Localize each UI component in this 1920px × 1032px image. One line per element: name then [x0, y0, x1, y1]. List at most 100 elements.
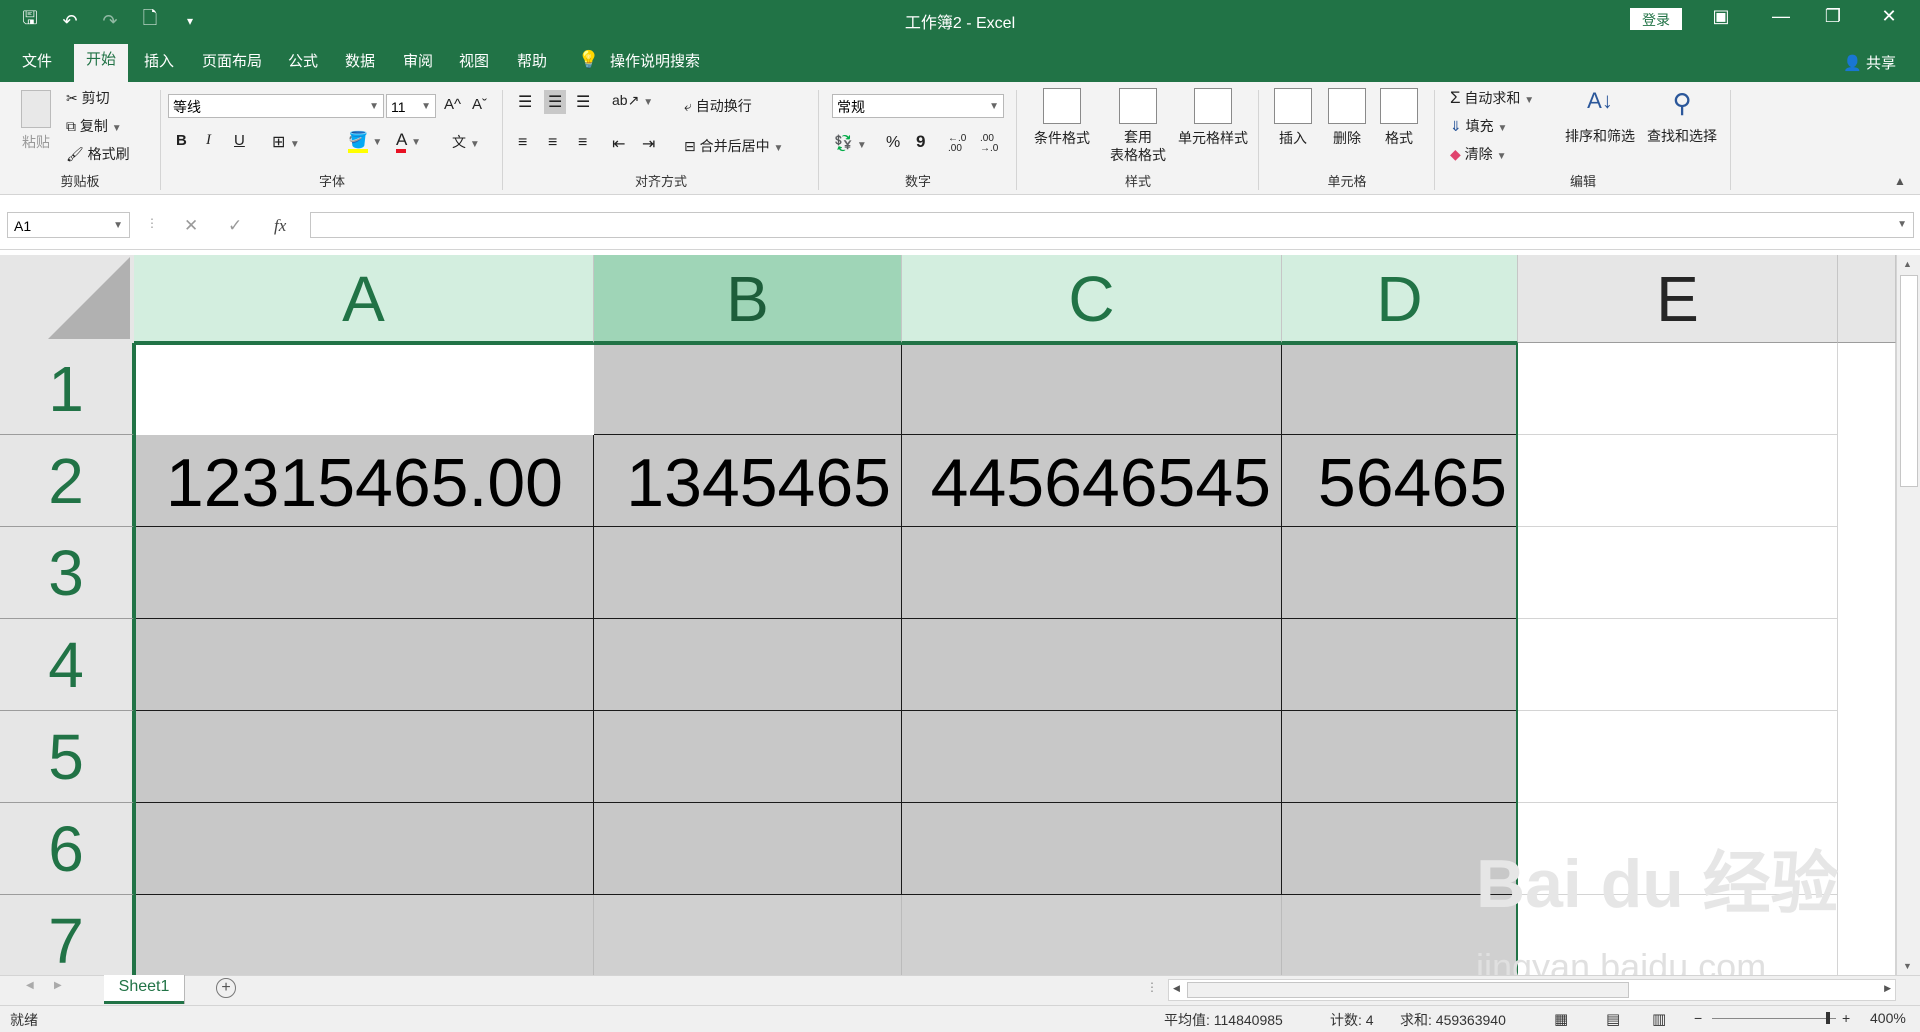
zoom-out-icon[interactable]: −: [1694, 1010, 1702, 1026]
name-box[interactable]: A1 ▼: [7, 212, 130, 238]
tab-page-layout[interactable]: 页面布局: [202, 50, 262, 71]
cell-b7[interactable]: [594, 895, 902, 975]
vertical-scroll-thumb[interactable]: [1900, 275, 1918, 487]
font-name-select[interactable]: 等线 ▼: [168, 94, 384, 118]
wrap-text-button[interactable]: ⤶ 自动换行: [684, 96, 752, 116]
cell-d1[interactable]: [1282, 343, 1518, 435]
autosum-button[interactable]: Σ 自动求和 ▼: [1450, 88, 1534, 108]
align-bottom-button[interactable]: ☰: [576, 92, 590, 112]
borders-button[interactable]: ⊞ ▼: [272, 132, 300, 152]
cell-a3[interactable]: [134, 527, 594, 619]
sort-filter-button[interactable]: A↓ 排序和筛选: [1560, 88, 1640, 146]
cell-e4[interactable]: [1518, 619, 1838, 711]
format-cells-button[interactable]: 格式: [1374, 88, 1424, 148]
cell-a1[interactable]: [134, 343, 594, 435]
tab-help[interactable]: 帮助: [517, 50, 547, 71]
cell-e7[interactable]: [1518, 895, 1838, 975]
vertical-scrollbar[interactable]: ▲ ▼: [1896, 255, 1920, 975]
insert-function-icon[interactable]: fx: [274, 216, 286, 236]
tab-review[interactable]: 审阅: [403, 50, 433, 71]
sheet-tab-sheet1[interactable]: Sheet1: [104, 975, 184, 1004]
close-icon[interactable]: ✕: [1864, 6, 1914, 27]
accounting-format-button[interactable]: 💱 ▼: [834, 134, 867, 152]
cell-e3[interactable]: [1518, 527, 1838, 619]
number-format-select[interactable]: 常规 ▼: [832, 94, 1004, 118]
tab-formulas[interactable]: 公式: [288, 50, 318, 71]
cell-a2[interactable]: 12315465.00: [134, 435, 594, 527]
delete-cells-button[interactable]: 删除: [1322, 88, 1372, 148]
login-button[interactable]: 登录: [1630, 8, 1682, 30]
cell-d5[interactable]: [1282, 711, 1518, 803]
align-top-button[interactable]: ☰: [518, 92, 532, 112]
cell-b3[interactable]: [594, 527, 902, 619]
column-header-f[interactable]: [1838, 255, 1896, 343]
format-as-table-button[interactable]: 套用 表格格式: [1100, 88, 1176, 164]
align-center-button[interactable]: ≡: [548, 134, 557, 152]
select-all-corner[interactable]: [0, 255, 135, 344]
increase-decimal-button[interactable]: ←.0 .00: [948, 134, 972, 154]
zoom-slider-thumb[interactable]: [1826, 1012, 1830, 1024]
cell-c2[interactable]: 445646545: [902, 435, 1282, 527]
tab-data[interactable]: 数据: [345, 50, 375, 71]
scroll-right-icon[interactable]: ▶: [1884, 983, 1891, 994]
comma-style-button[interactable]: 9: [916, 132, 925, 152]
worksheet-grid[interactable]: A B C D E 1 2 3 4 5 6 7 12315465.00 1345…: [0, 255, 1920, 975]
cell-a7[interactable]: [134, 895, 594, 975]
scroll-up-icon[interactable]: ▲: [1903, 259, 1912, 269]
cell-a5[interactable]: [134, 711, 594, 803]
cell-c4[interactable]: [902, 619, 1282, 711]
tab-view[interactable]: 视图: [459, 50, 489, 71]
row-header-6[interactable]: 6: [0, 803, 134, 895]
cell-styles-button[interactable]: 单元格样式: [1168, 88, 1258, 148]
orientation-button[interactable]: ab↗ ▼: [612, 92, 653, 109]
row-header-2[interactable]: 2: [0, 435, 134, 527]
align-middle-button[interactable]: ☰: [544, 90, 567, 114]
clear-button[interactable]: ◆ 清除 ▼: [1450, 144, 1506, 164]
find-select-button[interactable]: ⚲ 查找和选择: [1642, 88, 1722, 146]
percent-button[interactable]: %: [886, 134, 900, 152]
cut-button[interactable]: ✂ 剪切: [66, 88, 110, 108]
tab-split-handle[interactable]: ⋮: [1146, 980, 1158, 994]
font-color-button[interactable]: A ▼: [396, 130, 421, 153]
fill-button[interactable]: ⇓ 填充 ▼: [1450, 116, 1507, 136]
zoom-in-icon[interactable]: +: [1842, 1010, 1850, 1026]
insert-cells-button[interactable]: 插入: [1268, 88, 1318, 148]
row-header-7[interactable]: 7: [0, 895, 134, 975]
column-header-d[interactable]: D: [1282, 255, 1518, 343]
cell-e5[interactable]: [1518, 711, 1838, 803]
cancel-icon[interactable]: ✕: [184, 216, 198, 236]
scroll-left-icon[interactable]: ◀: [1173, 983, 1180, 994]
cell-c6[interactable]: [902, 803, 1282, 895]
normal-view-icon[interactable]: ▦: [1554, 1010, 1568, 1028]
share-button[interactable]: 👤 共享: [1843, 52, 1896, 73]
phonetic-button[interactable]: 文 ▼: [452, 132, 480, 152]
restore-icon[interactable]: ❐: [1808, 6, 1858, 27]
cell-b5[interactable]: [594, 711, 902, 803]
merge-center-button[interactable]: ⊟ 合并后居中 ▼: [684, 136, 783, 156]
collapse-ribbon-icon[interactable]: ▲: [1894, 174, 1906, 188]
cell-b4[interactable]: [594, 619, 902, 711]
formula-input[interactable]: ▼: [310, 212, 1914, 238]
conditional-formatting-button[interactable]: 条件格式: [1026, 88, 1098, 148]
tab-insert[interactable]: 插入: [144, 50, 174, 71]
paste-button[interactable]: 粘贴: [14, 90, 58, 152]
underline-button[interactable]: U: [234, 132, 245, 149]
column-header-b[interactable]: B: [594, 255, 902, 343]
column-f-cells[interactable]: [1838, 343, 1896, 975]
format-painter-button[interactable]: 🖌 格式刷: [66, 144, 130, 164]
cell-b1[interactable]: [594, 343, 902, 435]
align-right-button[interactable]: ≡: [578, 134, 587, 152]
column-header-c[interactable]: C: [902, 255, 1282, 343]
grow-font-button[interactable]: A^: [444, 96, 461, 113]
cell-e1[interactable]: [1518, 343, 1838, 435]
cell-e2[interactable]: [1518, 435, 1838, 527]
cell-b6[interactable]: [594, 803, 902, 895]
font-size-select[interactable]: 11 ▼: [386, 94, 436, 118]
column-header-e[interactable]: E: [1518, 255, 1838, 343]
next-sheet-icon[interactable]: ▶: [54, 980, 62, 991]
page-layout-view-icon[interactable]: ▤: [1606, 1010, 1620, 1028]
row-header-1[interactable]: 1: [0, 343, 134, 435]
decrease-decimal-button[interactable]: .00 →.0: [980, 134, 1004, 154]
row-header-3[interactable]: 3: [0, 527, 134, 619]
tab-file[interactable]: 文件: [22, 50, 52, 71]
